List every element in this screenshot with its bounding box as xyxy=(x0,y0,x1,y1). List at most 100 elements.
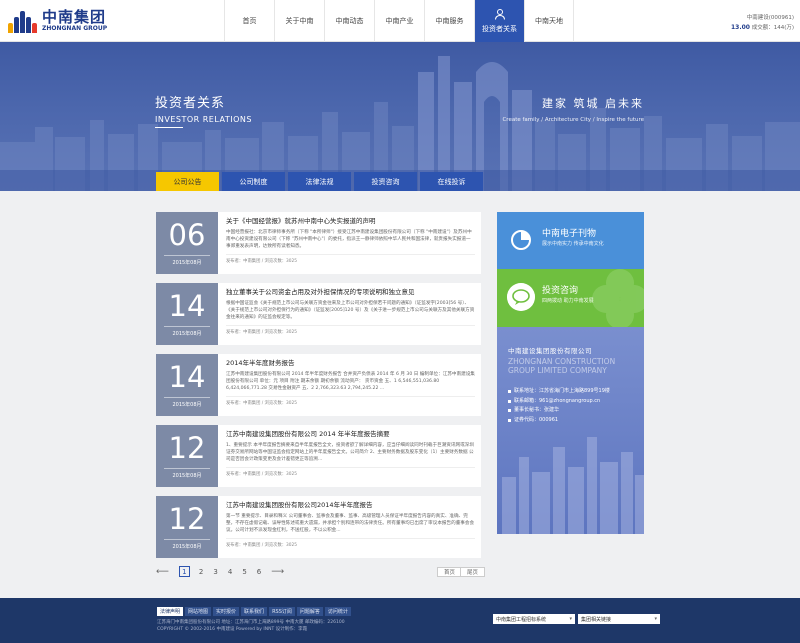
footer-copyright: COPYRIGHT © 2002-2016 中南建设 Powered by IN… xyxy=(157,627,308,632)
tab-complaints[interactable]: 在线投诉 xyxy=(420,172,483,191)
footer-link-contact[interactable]: 联系我们 xyxy=(241,607,268,616)
footer-link-sitemap[interactable]: 网站地图 xyxy=(185,607,212,616)
article-title[interactable]: 江苏中南建设集团股份有限公司 2014 年半年度报告摘要 xyxy=(226,430,475,439)
hero-slogan-en: Create family / Architecture City / Insp… xyxy=(502,117,644,123)
tab-regulations[interactable]: 公司制度 xyxy=(222,172,285,191)
page-4[interactable]: 4 xyxy=(228,568,232,576)
prev-arrow-icon[interactable]: ⟵ xyxy=(156,567,169,577)
logo[interactable]: 中南集团 ZHONGNAN GROUP xyxy=(8,9,107,33)
stock-name: 中南建设(000961) xyxy=(746,15,794,21)
footer-link-stats[interactable]: 访问统计 xyxy=(324,607,351,616)
chevron-down-icon: ▾ xyxy=(569,616,572,622)
article-excerpt: 江苏中南建设集团股份有限公司 2014 年半年度财务报告 合并资产负债表 201… xyxy=(226,372,475,391)
article-title[interactable]: 关于《中国经营报》就苏州中南中心失实报道的声明 xyxy=(226,217,475,226)
nav-world[interactable]: 中南天地 xyxy=(524,0,574,42)
hero-banner: 投资者关系 INVESTOR RELATIONS 建家 筑城 启未来 Creat… xyxy=(0,42,800,191)
chat-bubble-icon xyxy=(507,283,535,311)
footer-address: 江苏海门中南集团股份有限公司 地址：江苏海门市上海路899号 中南大厦 邮政编码… xyxy=(157,620,345,625)
user-icon xyxy=(494,9,505,20)
date-month: 2015年08月 xyxy=(172,544,202,550)
sub-nav-tabs: 公司公告 公司制度 法律法规 投资咨询 在线投诉 xyxy=(156,172,486,191)
page-1[interactable]: 1 xyxy=(178,566,190,577)
article-excerpt: 中国经营报社：北京市律师事务所（下称 "本所律师"）接受江苏中南建设集团股份有限… xyxy=(226,230,472,249)
tab-announcements[interactable]: 公司公告 xyxy=(156,172,219,191)
nav-about[interactable]: 关于中南 xyxy=(274,0,324,42)
city-skyline-illustration xyxy=(0,56,800,191)
page-5[interactable]: 5 xyxy=(242,568,246,576)
article-title[interactable]: 独立董事关于公司资金占用及对外担保情况的专项说明和独立意见 xyxy=(226,288,475,297)
epub-subtitle: 展示中南实力 传承中南文化 xyxy=(542,241,604,247)
date-day: 12 xyxy=(168,431,206,465)
next-arrow-icon[interactable]: ⟶ xyxy=(271,567,284,577)
article-excerpt: 根据中国证监会《关于规范上市公司与关联方资金往来及上市公司对外担保若干问题的通知… xyxy=(226,301,475,320)
epub-title: 中南电子刊物 xyxy=(542,229,597,239)
bidding-system-select[interactable]: 中南集团工程招标系统 ▾ xyxy=(493,614,575,624)
article-meta: 发布者：中南集团 / 浏览次数：3025 xyxy=(226,325,475,335)
first-page-button[interactable]: 首页 xyxy=(437,567,463,577)
tab-laws[interactable]: 法律法规 xyxy=(288,172,351,191)
list-item[interactable]: 12 2015年08月 江苏中南建设集团股份有限公司 2014 年半年度报告摘要… xyxy=(156,425,481,487)
company-address: 联系地址：江苏省海门市上海路899号19楼 xyxy=(514,388,610,394)
footer-link-rss[interactable]: RSS订阅 xyxy=(269,607,295,616)
article-title[interactable]: 江苏中南建设集团股份有限公司2014年半年度报告 xyxy=(226,501,475,510)
company-name-en: ZHONGNAN CONSTRUCTION GROUP LIMITED COMP… xyxy=(508,357,616,375)
consult-card[interactable]: 投资咨询 四两拨动 助力中南发展 xyxy=(497,269,644,327)
company-info-card: 中南建设集团股份有限公司 ZHONGNAN CONSTRUCTION GROUP… xyxy=(497,327,644,534)
article-title[interactable]: 2014年半年度财务报告 xyxy=(226,359,475,368)
logo-mark-icon xyxy=(8,9,38,33)
date-month: 2015年08月 xyxy=(172,473,202,479)
site-header: 中南集团 ZHONGNAN GROUP 首页 关于中南 中南动态 中南产业 中南… xyxy=(0,0,800,42)
list-item[interactable]: 06 2015年08月 关于《中国经营报》就苏州中南中心失实报道的声明 中国经营… xyxy=(156,212,481,274)
footer-link-faq[interactable]: 问题解答 xyxy=(296,607,323,616)
article-meta: 发布者：中南集团 / 浏览次数：3025 xyxy=(226,254,475,264)
company-contact-info: 联系地址：江苏省海门市上海路899号19楼 联系邮箱：961@zhongnang… xyxy=(508,387,610,425)
epub-card[interactable]: 中南电子刊物 展示中南实力 传承中南文化 xyxy=(497,212,644,269)
last-page-button[interactable]: 尾页 xyxy=(460,567,486,577)
date-day: 14 xyxy=(168,360,206,394)
company-secretary: 董事长秘书：张建华 xyxy=(514,407,560,413)
article-meta: 发布者：中南集团 / 浏览次数：3025 xyxy=(226,467,475,477)
date-block: 14 2015年08月 xyxy=(156,283,218,345)
consult-subtitle: 四两拨动 助力中南发展 xyxy=(542,298,594,304)
logo-text-en: ZHONGNAN GROUP xyxy=(42,25,108,32)
consult-title: 投资咨询 xyxy=(542,286,579,296)
footer-link-quotes[interactable]: 实时报价 xyxy=(213,607,240,616)
hero-title: 投资者关系 INVESTOR RELATIONS xyxy=(155,92,252,128)
stock-ticker: 中南建设(000961) 13.00 成交额：144(万) xyxy=(731,14,794,33)
hero-slogan: 建家 筑城 启未来 Create family / Architecture C… xyxy=(502,95,644,123)
footer-link-legal[interactable]: 法律声明 xyxy=(157,607,184,616)
company-email[interactable]: 联系邮箱：961@zhongnangroup.cn xyxy=(514,397,600,407)
stock-price: 13.00 xyxy=(730,24,750,31)
related-links-select-value: 集团相关链接 xyxy=(581,616,612,623)
list-item[interactable]: 14 2015年08月 2014年半年度财务报告 江苏中南建设集团股份有限公司 … xyxy=(156,354,481,416)
nav-home[interactable]: 首页 xyxy=(224,0,274,42)
hero-title-en: INVESTOR RELATIONS xyxy=(155,115,252,124)
list-item[interactable]: 12 2015年08月 江苏中南建设集团股份有限公司2014年半年度报告 第一节… xyxy=(156,496,481,558)
related-links-select[interactable]: 集团相关链接 ▾ xyxy=(578,614,660,624)
tab-consulting[interactable]: 投资咨询 xyxy=(354,172,417,191)
page-2[interactable]: 2 xyxy=(199,568,203,576)
hero-slogan-cn: 建家 筑城 启未来 xyxy=(542,97,644,110)
date-month: 2015年08月 xyxy=(172,260,202,266)
date-month: 2015年08月 xyxy=(172,331,202,337)
date-block: 12 2015年08月 xyxy=(156,425,218,487)
nav-news[interactable]: 中南动态 xyxy=(324,0,374,42)
page-3[interactable]: 3 xyxy=(213,568,217,576)
date-day: 14 xyxy=(168,289,206,323)
nav-industry[interactable]: 中南产业 xyxy=(374,0,424,42)
date-day: 06 xyxy=(168,218,206,252)
nav-service[interactable]: 中南服务 xyxy=(424,0,474,42)
footer-address-block: 江苏海门中南集团股份有限公司 地址：江苏海门市上海路899号 中南大厦 邮政编码… xyxy=(157,619,345,633)
date-block: 12 2015年08月 xyxy=(156,496,218,558)
article-excerpt: 1、重要提示 本半年度报告摘要来自半年度报告全文，投资者欲了解详细内容，应当仔细… xyxy=(226,443,474,462)
article-excerpt: 第一节 重要提示、目录和释义 公司董事会、监事会及董事、监事、高级管理人员保证半… xyxy=(226,514,475,533)
page-6[interactable]: 6 xyxy=(257,568,261,576)
hero-title-underline xyxy=(155,127,183,128)
company-stock-code: 证券代码：000961 xyxy=(514,416,559,423)
nav-investor-relations[interactable]: 投资者关系 xyxy=(474,0,524,42)
chevron-down-icon: ▾ xyxy=(654,616,657,622)
list-item[interactable]: 14 2015年08月 独立董事关于公司资金占用及对外担保情况的专项说明和独立意… xyxy=(156,283,481,345)
date-block: 14 2015年08月 xyxy=(156,354,218,416)
logo-text-cn: 中南集团 xyxy=(42,8,107,26)
clover-decoration-icon xyxy=(592,269,644,327)
